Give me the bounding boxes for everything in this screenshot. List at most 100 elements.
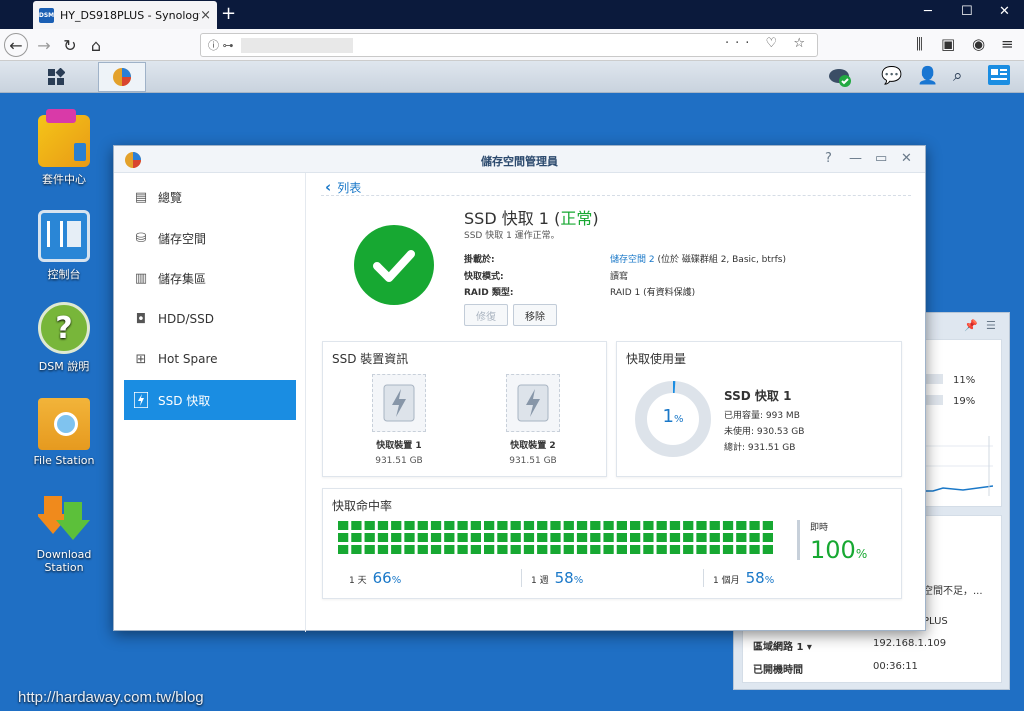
hit-rate-block [762,521,773,530]
watermark-text: http://hardaway.com.tw/blog [18,689,204,706]
stat-label: 1 週 [531,576,549,586]
hit-rate-block [351,533,362,542]
search-icon[interactable]: ⌕ [953,66,963,86]
sidebar-item-hdd-ssd[interactable]: ◘ HDD/SSD [124,299,296,339]
hit-rate-block [616,545,627,554]
redacted-url [241,38,353,53]
ssd-device-info-panel: SSD 裝置資訊 快取裝置 1 931.51 GB 快取裝置 2 931.51 … [322,341,607,477]
breadcrumb-list-link[interactable]: 列表 [337,181,361,195]
hit-rate-block [470,521,481,530]
storage-manager-window: 儲存空間管理員 ? — ▭ ✕ ▤ 總覽 ⛁ 儲存空間 ▥ 儲存集區 ◘ HDD… [113,145,926,632]
url-bar[interactable]: ⓘ ⊶ ··· ♡ ☆ [200,33,818,57]
status-ok-check-icon [354,225,434,305]
device-size: 931.51 GB [375,456,423,466]
messages-icon[interactable]: 💬 [881,66,902,86]
new-tab-button[interactable]: + [221,3,236,24]
mount-value: 儲存空間 2 (位於 磁碟群組 2, Basic, btrfs) [610,252,786,265]
help-button[interactable]: ? [825,151,832,166]
hit-rate-block [749,533,760,542]
stat-unit: % [764,575,775,586]
sidebar-item-volume[interactable]: ⛁ 儲存空間 [124,218,296,258]
file-station-label: File Station [33,454,95,467]
usage-pct-1: 11% [953,375,976,386]
control-panel-label: 控制台 [47,268,81,281]
storage-manager-taskbar-icon[interactable] [98,62,146,92]
home-icon[interactable]: ⌂ [84,33,108,57]
divider [521,569,522,587]
free-capacity: 未使用: 930.53 GB [724,427,805,437]
close-button[interactable]: ✕ [901,151,912,166]
file-station-shortcut[interactable]: File Station [16,398,112,467]
pin-icon[interactable]: 📌 [964,319,978,332]
page-actions-icon[interactable]: ··· ♡ ☆ [725,36,811,51]
hit-rate-block [590,533,601,542]
sidebar-item-label: HDD/SSD [158,312,215,326]
account-icon[interactable]: ◉ [972,35,985,53]
library-icon[interactable]: ⫼ [916,35,923,53]
sidebar-item-ssd-cache[interactable]: SSD 快取 [124,380,296,420]
browser-nav-bar: ← → ↻ ⌂ ⓘ ⊶ ··· ♡ ☆ ⫼ ▣ ◉ ≡ [0,29,1024,61]
hit-rate-block [669,545,681,554]
chevron-left-icon: ‹ [325,178,332,196]
divider [321,195,911,196]
hit-rate-block [457,521,468,530]
minimize-window-button[interactable]: ─ [924,4,932,19]
hit-rate-block [523,521,535,530]
widget-settings-icon[interactable]: ☰ [986,319,996,332]
repair-button[interactable]: 修復 [464,304,508,326]
cache-device-2[interactable]: 快取裝置 2 931.51 GB [493,374,573,466]
page-title: SSD 快取 1 (正常) [464,205,599,229]
device-label: 快取裝置 2 [510,441,556,451]
sidebar-item-storage-pool[interactable]: ▥ 儲存集區 [124,258,296,298]
total-capacity: 總計: 931.51 GB [724,443,796,453]
package-center-icon [38,109,90,167]
hit-rate-block [430,533,442,542]
menu-icon[interactable]: ≡ [1001,35,1014,53]
browser-tab-bar: DSM HY_DS918PLUS - Synology D × + ─ ☐ ✕ [0,0,1024,29]
dsm-help-shortcut[interactable]: ? DSM 說明 [16,302,112,374]
hit-rate-block [630,545,641,554]
package-center-shortcut[interactable]: 套件中心 [16,109,112,187]
maximize-button[interactable]: ▭ [875,151,887,166]
window-title-bar[interactable]: 儲存空間管理員 ? — ▭ ✕ [114,146,925,173]
sidebar-item-overview[interactable]: ▤ 總覽 [124,177,296,217]
browser-tab[interactable]: DSM HY_DS918PLUS - Synology D × [33,1,217,29]
back-arrow-icon[interactable]: ← [4,33,28,57]
control-panel-shortcut[interactable]: 控制台 [16,210,112,282]
download-station-shortcut[interactable]: Download Station [16,492,112,574]
hit-rate-block [417,545,428,554]
folder-search-icon [38,398,90,450]
hit-rate-block [709,521,720,530]
breadcrumb[interactable]: ‹ 列表 [325,178,361,196]
main-menu-icon[interactable] [38,64,74,90]
user-icon[interactable]: 👤 [917,66,938,86]
uptime-label: 已開機時間 [753,665,803,676]
hit-rate-block [404,521,415,530]
remove-button[interactable]: 移除 [513,304,557,326]
lan-label[interactable]: 區域網路 1 ▾ [753,638,812,653]
hit-rate-block [683,533,694,542]
sidebar-item-hot-spare[interactable]: ⊞ Hot Spare [124,339,296,379]
cloud-sync-icon[interactable] [828,66,852,93]
reload-icon[interactable]: ↻ [58,33,82,57]
hit-rate-block [470,545,481,554]
cache-device-1[interactable]: 快取裝置 1 931.51 GB [359,374,439,466]
hit-rate-block [736,533,747,542]
sidebar-icon[interactable]: ▣ [941,35,955,53]
close-window-button[interactable]: ✕ [999,4,1010,19]
site-info-icon[interactable]: ⓘ ⊶ [208,37,234,53]
tab-close-icon[interactable]: × [200,8,211,23]
hit-rate-block [497,545,508,554]
hit-rate-block [696,533,707,542]
minimize-button[interactable]: — [849,151,862,166]
hit-rate-block [762,533,773,542]
stat-unit: % [391,575,402,586]
ssd-drive-icon [506,374,560,432]
panel-title: 快取命中率 [332,499,393,513]
sidebar: ▤ 總覽 ⛁ 儲存空間 ▥ 儲存集區 ◘ HDD/SSD ⊞ Hot Spare… [114,173,306,632]
volume-link[interactable]: 儲存空間 2 [610,255,655,265]
maximize-window-button[interactable]: ☐ [961,4,973,19]
hit-rate-block [351,545,362,554]
forward-arrow-icon[interactable]: → [32,33,56,57]
widgets-icon[interactable] [988,65,1010,90]
